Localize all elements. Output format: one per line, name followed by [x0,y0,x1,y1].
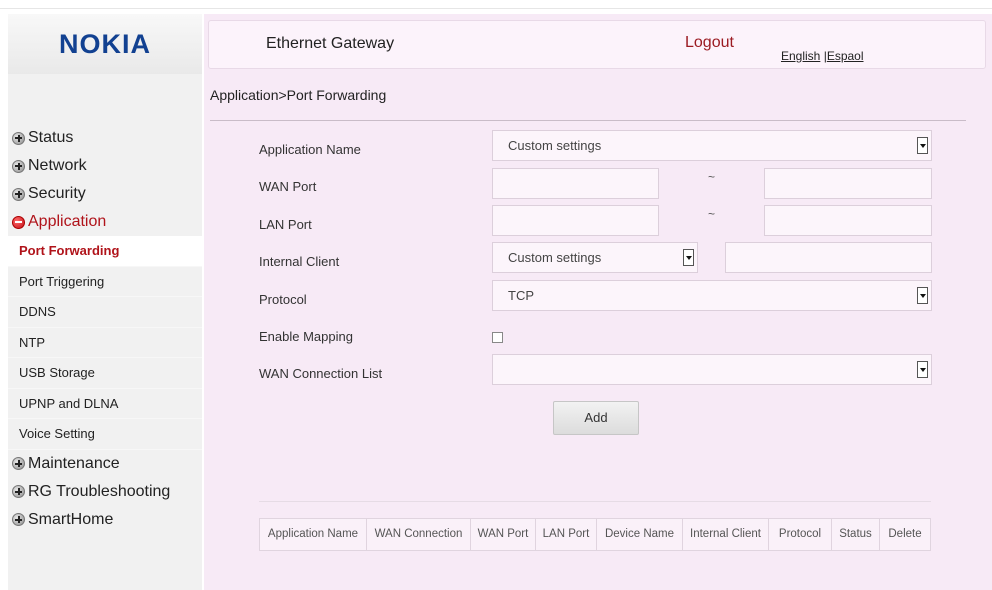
menu-port-forwarding[interactable]: Port Forwarding [8,236,202,267]
logout-link[interactable]: Logout [685,34,734,52]
menu-application-label: Application [28,213,107,230]
wan-port-end-input[interactable] [764,168,932,199]
wan-port-start-input[interactable] [492,168,659,199]
table-header-cell: Device Name [597,519,683,550]
table-header-cell: Delete [888,528,922,540]
menu-rg-troubleshooting[interactable]: RG Troubleshooting [8,478,202,506]
table-header-cell: WAN Port [471,519,536,550]
table-header-cell: WAN Connection [367,519,471,550]
header-bar: Ethernet Gateway Logout English |Espaol [208,20,986,69]
minus-icon [12,215,25,229]
menu-usb-storage[interactable]: USB Storage [8,358,202,389]
menu-voice-setting[interactable]: Voice Setting [8,419,202,450]
menu-ddns[interactable]: DDNS [8,297,202,328]
menu-rg-troubleshooting-label: RG Troubleshooting [28,482,171,500]
menu-network[interactable]: Network [8,152,202,180]
breadcrumb: Application>Port Forwarding [210,87,387,103]
chevron-down-icon [917,137,928,154]
wan-connection-list-label: WAN Connection List [259,366,383,381]
plus-icon [12,159,25,173]
menu-maintenance-label: Maintenance [28,454,120,472]
lan-port-range-sep: ~ [708,207,716,221]
menu-smarthome[interactable]: SmartHome [8,506,202,534]
plus-icon [12,513,25,526]
menu-port-triggering[interactable]: Port Triggering [8,267,202,297]
internal-client-select-value: Custom settings [508,250,602,265]
add-button[interactable]: Add [553,401,639,435]
nokia-logo: NOKIA [59,28,151,59]
application-name-select[interactable]: Custom settings [492,130,932,161]
internal-client-select[interactable]: Custom settings [492,242,698,273]
gateway-title: Ethernet Gateway [266,35,395,52]
enable-mapping-label: Enable Mapping [259,329,353,344]
table-header-cell: Status [832,519,880,550]
plus-icon [12,485,25,498]
menu-status-label: Status [28,129,74,146]
table-header-cell: Application Name [260,519,367,550]
wan-connection-list-select[interactable] [492,354,932,385]
menu-network-label: Network [28,157,87,174]
port-forwarding-table: Application Name WAN Connection WAN Port… [259,518,931,551]
table-divider [259,501,931,502]
protocol-value: TCP [508,288,534,303]
internal-client-input[interactable] [725,242,932,273]
menu-ntp[interactable]: NTP [8,328,202,358]
plus-icon [12,187,25,201]
lan-port-end-input[interactable] [764,205,932,236]
wan-port-label: WAN Port [259,179,317,194]
table-header-cell: LAN Port [536,519,597,550]
divider [210,120,966,121]
protocol-label: Protocol [259,292,307,307]
menu-security-label: Security [28,185,86,202]
plus-icon [12,457,25,470]
menu-security[interactable]: Security [8,180,202,208]
chevron-down-icon [917,287,928,304]
menu-smarthome-label: SmartHome [28,510,114,528]
menu-application[interactable]: Application [8,208,202,236]
language-switch: English |Espaol [781,49,864,63]
plus-icon [12,131,25,145]
left-panel: NOKIA Status Network Security Applicatio… [8,14,202,590]
logo-area: NOKIA [8,14,202,74]
spanish-link[interactable]: Espaol [827,49,864,63]
menu-status[interactable]: Status [8,124,202,152]
application-name-value: Custom settings [508,138,602,153]
table-header-cell: Internal Client [683,519,769,550]
sidebar-menu: Status Network Security Application Port… [8,124,202,534]
lan-port-start-input[interactable] [492,205,659,236]
enable-mapping-checkbox[interactable] [492,332,503,343]
menu-maintenance[interactable]: Maintenance [8,450,202,478]
application-name-label: Application Name [259,142,361,157]
internal-client-label: Internal Client [259,254,340,269]
chevron-down-icon [683,249,694,266]
lan-port-label: LAN Port [259,217,312,232]
menu-upnp-dlna[interactable]: UPNP and DLNA [8,389,202,419]
english-link[interactable]: English [781,49,820,63]
top-border [0,8,992,9]
protocol-select[interactable]: TCP [492,280,932,311]
wan-port-range-sep: ~ [708,170,716,184]
chevron-down-icon [917,361,928,378]
main-panel: Ethernet Gateway Logout English |Espaol … [204,14,992,590]
table-header-cell: Protocol [769,519,832,550]
